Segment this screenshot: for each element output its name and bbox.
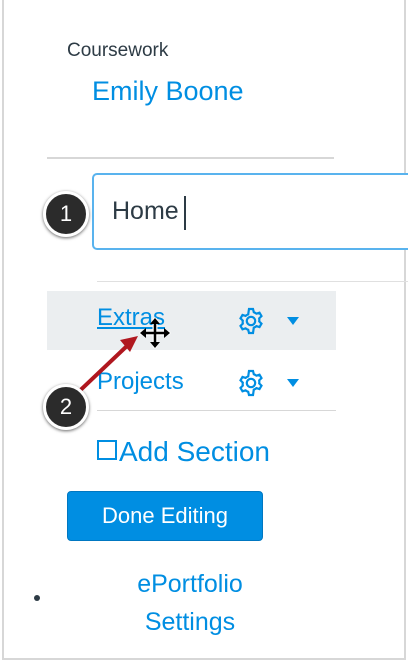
step-badge-1: 1 [43,191,89,237]
annotation-arrow [68,336,138,402]
step-badge-2: 2 [43,384,89,430]
move-cursor-icon [139,317,171,349]
